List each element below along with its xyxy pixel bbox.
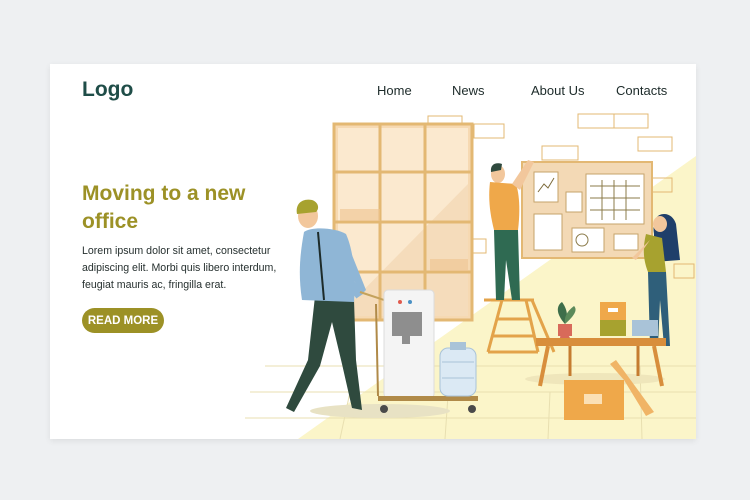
nav-link-contacts[interactable]: Contacts: [616, 83, 667, 98]
landing-page: Logo Home News About Us Contacts Moving …: [50, 64, 696, 439]
planner-board-icon: [521, 161, 653, 259]
hero-description: Lorem ipsum dolor sit amet, consectetur …: [82, 245, 277, 291]
read-more-button[interactable]: READ MORE: [82, 308, 164, 333]
main-nav: Home News About Us Contacts: [50, 83, 696, 103]
nav-link-news[interactable]: News: [452, 83, 485, 98]
water-cooler-icon: [383, 289, 435, 399]
hero-title: Moving to a new office: [82, 182, 246, 233]
water-bottle-icon: [439, 342, 477, 397]
nav-link-about-us[interactable]: About Us: [531, 83, 584, 98]
nav-link-home[interactable]: Home: [377, 83, 412, 98]
